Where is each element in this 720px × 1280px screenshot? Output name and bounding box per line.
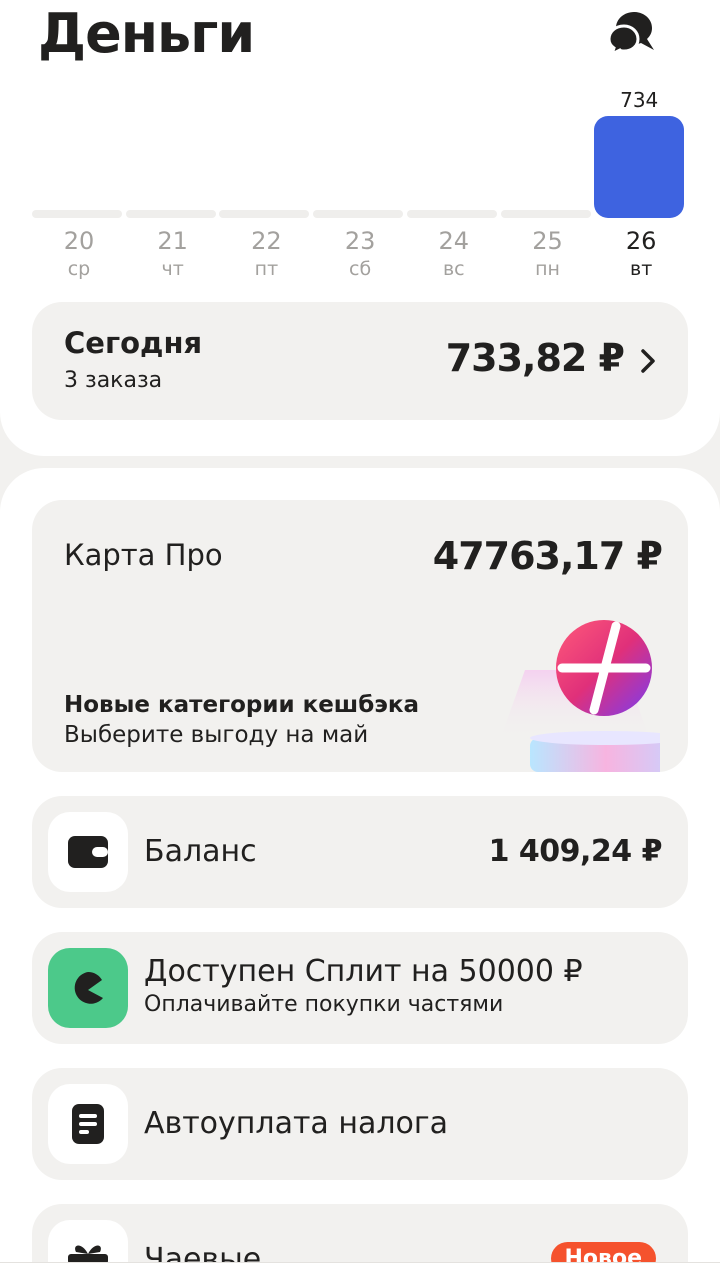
chart-day-number: 24: [438, 227, 470, 255]
balance-title: Баланс: [144, 834, 257, 869]
chart-weekday: вс: [442, 258, 465, 280]
today-earnings-card[interactable]: Сегодня 3 заказа 733,82 ₽: [32, 302, 688, 420]
chat-bubbles-icon: [607, 12, 654, 57]
chart-day-label[interactable]: 22 пт: [221, 226, 311, 282]
chart-bar[interactable]: [313, 210, 404, 218]
chevron-right-icon: [641, 349, 655, 373]
chart-weekday: вт: [630, 258, 653, 280]
split-row[interactable]: Доступен Сплит на 50000 ₽ Оплачивайте по…: [32, 932, 688, 1044]
document-icon: [72, 1104, 104, 1144]
chart-bar[interactable]: [594, 116, 685, 218]
chart-weekday: пн: [535, 258, 560, 280]
chart-day-number: 23: [344, 227, 376, 255]
split-icon: [74, 971, 103, 1004]
today-orders-count: 3 заказа: [64, 368, 163, 393]
split-icon-box: [48, 948, 128, 1028]
chart-bar[interactable]: [219, 210, 310, 218]
chart-day-label[interactable]: 21 чт: [128, 226, 218, 282]
promo-title: Новые категории кешбэка: [64, 692, 420, 718]
chart-weekday: чт: [161, 258, 184, 280]
chart-bar-value-label: 734: [620, 88, 659, 112]
bottom-tab-bar: [0, 1262, 720, 1280]
chart-day-label[interactable]: 25 пн: [503, 226, 593, 282]
chart-day-number: 26: [625, 227, 657, 255]
chart-day-number: 20: [63, 227, 95, 255]
chart-weekday: сб: [349, 258, 372, 280]
balance-amount: 1 409,24 ₽: [488, 834, 663, 869]
wallet-icon: [68, 836, 108, 868]
earnings-chart: 20 ср 21 чт 22 пт 23 сб 24 вс 25 пн 734 26 вт: [0, 88, 720, 288]
chart-day-label[interactable]: 23 сб: [315, 226, 405, 282]
support-chat-button[interactable]: [604, 8, 660, 57]
tax-autopay-row[interactable]: Автоуплата налога: [32, 1068, 688, 1180]
tax-icon-box: [48, 1084, 128, 1164]
split-subtitle: Оплачивайте покупки частями: [144, 992, 504, 1017]
chart-bar[interactable]: [500, 210, 591, 218]
card-pro-label: Карта Про: [64, 538, 223, 572]
balance-row[interactable]: Баланс 1 409,24 ₽: [32, 796, 688, 908]
chart-bar[interactable]: [32, 210, 122, 218]
chart-bar[interactable]: [125, 210, 216, 218]
balance-icon-box: [48, 812, 128, 892]
chart-bar[interactable]: [406, 210, 497, 218]
today-amount: 733,82 ₽: [445, 336, 625, 380]
card-pro-amount: 47763,17 ₽: [432, 534, 663, 578]
chart-day-number: 22: [251, 227, 282, 255]
chart-day-label[interactable]: 26 вт: [596, 226, 686, 282]
card-pro[interactable]: Карта Про 47763,17 ₽ Новые категории кеш…: [32, 500, 688, 772]
promo-subtitle: Выберите выгоду на май: [64, 722, 369, 748]
chart-weekday: пт: [254, 258, 279, 280]
chart-day-number: 25: [532, 227, 563, 255]
split-title: Доступен Сплит на 50000 ₽: [144, 954, 583, 989]
chart-weekday: ср: [67, 258, 91, 280]
page-title: Деньги: [38, 2, 255, 65]
cashback-plus-illustration: [500, 620, 660, 772]
chart-day-label[interactable]: 24 вс: [409, 226, 499, 282]
chart-day-label[interactable]: 20 ср: [34, 226, 124, 282]
tax-autopay-title: Автоуплата налога: [144, 1106, 449, 1141]
chart-day-number: 21: [157, 227, 188, 255]
today-label: Сегодня: [64, 326, 203, 360]
